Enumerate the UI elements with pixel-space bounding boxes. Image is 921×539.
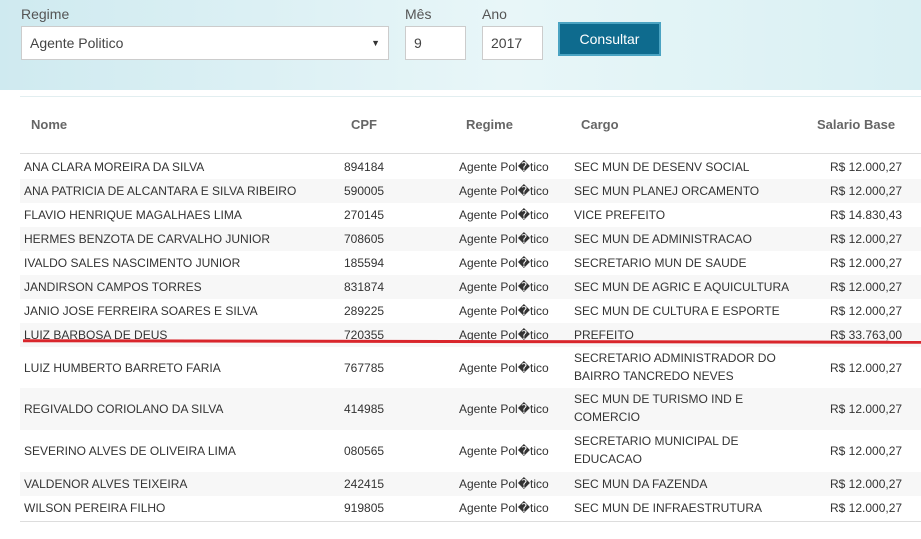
regime-select-value: Agente Politico bbox=[30, 35, 124, 51]
regime-label: Regime bbox=[21, 6, 70, 22]
header-regime: Regime bbox=[466, 117, 513, 132]
cell-salario: R$ 12.000,27 bbox=[830, 402, 903, 416]
cell-regime: Agente Pol�tico bbox=[459, 280, 549, 294]
cell-regime: Agente Pol�tico bbox=[459, 256, 549, 270]
cell-cpf: 270145 bbox=[344, 208, 385, 222]
cell-cargo: SECRETARIO MUN DE SAUDE bbox=[574, 256, 747, 270]
table-bottom-divider bbox=[20, 521, 921, 522]
cell-nome: REGIVALDO CORIOLANO DA SILVA bbox=[24, 402, 224, 416]
cell-cargo: SEC MUN DE ADMINISTRACAO bbox=[574, 232, 753, 246]
cell-salario: R$ 12.000,27 bbox=[830, 501, 903, 515]
cell-cargo: SEC MUN DE AGRIC E AQUICULTURA bbox=[574, 280, 790, 294]
table-row: ANA PATRICIA DE ALCANTARA E SILVA RIBEIR… bbox=[20, 179, 921, 203]
cell-regime: Agente Pol�tico bbox=[459, 160, 549, 174]
cell-salario: R$ 12.000,27 bbox=[830, 232, 903, 246]
cell-regime: Agente Pol�tico bbox=[459, 444, 549, 458]
cell-cargo: SEC MUN DE CULTURA E ESPORTE bbox=[574, 304, 780, 318]
ano-label: Ano bbox=[482, 6, 507, 22]
cell-regime: Agente Pol�tico bbox=[459, 361, 549, 375]
filter-bar: Regime Agente Politico ▼ Mês 9 Ano 2017 … bbox=[0, 0, 921, 90]
cell-cpf: 831874 bbox=[344, 280, 385, 294]
cell-regime: Agente Pol�tico bbox=[459, 184, 549, 198]
results-table: Nome CPF Regime Cargo Salario Base ANA C… bbox=[20, 97, 921, 522]
cell-regime: Agente Pol�tico bbox=[459, 477, 549, 491]
cell-cpf: 708605 bbox=[344, 232, 385, 246]
cell-cpf: 414985 bbox=[344, 402, 385, 416]
header-cargo: Cargo bbox=[581, 117, 619, 132]
header-nome: Nome bbox=[31, 117, 68, 132]
cell-cpf: 919805 bbox=[344, 501, 385, 515]
cell-regime: Agente Pol�tico bbox=[459, 402, 549, 416]
table-row: VALDENOR ALVES TEIXEIRA 242415 Agente Pol�… bbox=[20, 472, 921, 496]
cell-nome: HERMES BENZOTA DE CARVALHO JUNIOR bbox=[24, 232, 271, 246]
cell-salario: R$ 12.000,27 bbox=[830, 361, 903, 375]
cell-cpf: 767785 bbox=[344, 361, 385, 375]
cell-nome: JANIO JOSE FERREIRA SOARES E SILVA bbox=[24, 304, 258, 318]
cell-salario: R$ 12.000,27 bbox=[830, 160, 903, 174]
table-row: IVALDO SALES NASCIMENTO JUNIOR 185594 Agen… bbox=[20, 251, 921, 275]
cell-salario: R$ 12.000,27 bbox=[830, 444, 903, 458]
cell-salario: R$ 12.000,27 bbox=[830, 477, 903, 491]
cell-cargo-line2: COMERCIO bbox=[574, 410, 640, 424]
cell-cpf: 894184 bbox=[344, 160, 385, 174]
chevron-down-icon: ▼ bbox=[371, 38, 380, 48]
cell-cargo-line2: EDUCACAO bbox=[574, 452, 643, 466]
cell-cpf: 242415 bbox=[344, 477, 385, 491]
cell-nome: ANA CLARA MOREIRA DA SILVA bbox=[24, 160, 205, 174]
cell-regime: Agente Pol�tico bbox=[459, 501, 549, 515]
cell-salario: R$ 12.000,27 bbox=[830, 304, 903, 318]
table-row: REGIVALDO CORIOLANO DA SILVA 414985 Agente… bbox=[20, 388, 921, 430]
cell-regime: Agente Pol�tico bbox=[459, 208, 549, 222]
table-row: JANIO JOSE FERREIRA SOARES E SILVA 289225… bbox=[20, 299, 921, 323]
cell-salario: R$ 12.000,27 bbox=[830, 184, 903, 198]
cell-cpf: 590005 bbox=[344, 184, 385, 198]
table-row: JANDIRSON CAMPOS TORRES 831874 Agente Pol�… bbox=[20, 275, 921, 299]
cell-cargo: SEC MUN DE INFRAESTRUTURA bbox=[574, 501, 763, 515]
header-divider bbox=[20, 153, 921, 154]
cell-salario: R$ 14.830,43 bbox=[830, 208, 903, 222]
cell-cargo: SECRETARIO ADMINISTRADOR DO bbox=[574, 351, 776, 365]
cell-nome: VALDENOR ALVES TEIXEIRA bbox=[24, 477, 188, 491]
mes-label: Mês bbox=[405, 6, 432, 22]
cell-salario: R$ 12.000,27 bbox=[830, 256, 903, 270]
cell-nome: SEVERINO ALVES DE OLIVEIRA LIMA bbox=[24, 444, 236, 458]
cell-nome: JANDIRSON CAMPOS TORRES bbox=[24, 280, 202, 294]
cell-regime: Agente Pol�tico bbox=[459, 304, 549, 318]
cell-salario: R$ 12.000,27 bbox=[830, 280, 903, 294]
cell-cargo: SECRETARIO MUNICIPAL DE bbox=[574, 434, 739, 448]
table-row: ANA CLARA MOREIRA DA SILVA 894184 Agente P… bbox=[20, 155, 921, 179]
cell-cargo: SEC MUN DE TURISMO IND E bbox=[574, 392, 744, 406]
cell-regime: Agente Pol�tico bbox=[459, 232, 549, 246]
header-cpf: CPF bbox=[351, 117, 377, 132]
cell-cargo: VICE PREFEITO bbox=[574, 208, 666, 222]
cell-nome: LUIZ HUMBERTO BARRETO FARIA bbox=[24, 361, 221, 375]
ano-input[interactable]: 2017 bbox=[482, 26, 543, 60]
cell-nome: ANA PATRICIA DE ALCANTARA E SILVA RIBEIR… bbox=[24, 184, 297, 198]
cell-cargo-line2: BAIRRO TANCREDO NEVES bbox=[574, 369, 734, 383]
cell-nome: IVALDO SALES NASCIMENTO JUNIOR bbox=[24, 256, 241, 270]
table-row: FLAVIO HENRIQUE MAGALHAES LIMA 270145 Agen… bbox=[20, 203, 921, 227]
consultar-button[interactable]: Consultar bbox=[558, 22, 661, 56]
regime-select[interactable]: Agente Politico ▼ bbox=[21, 26, 389, 60]
mes-input[interactable]: 9 bbox=[405, 26, 466, 60]
table-row: WILSON PEREIRA FILHO 919805 Agente Pol�tic… bbox=[20, 496, 921, 520]
cell-cargo: SEC MUN PLANEJ ORCAMENTO bbox=[574, 184, 760, 198]
cell-cpf: 289225 bbox=[344, 304, 385, 318]
header-salario: Salario Base bbox=[817, 117, 896, 132]
cell-cargo: SEC MUN DA FAZENDA bbox=[574, 477, 708, 491]
cell-nome: WILSON PEREIRA FILHO bbox=[24, 501, 166, 515]
cell-cpf: 080565 bbox=[344, 444, 385, 458]
cell-nome: FLAVIO HENRIQUE MAGALHAES LIMA bbox=[24, 208, 242, 222]
cell-cargo: SEC MUN DE DESENV SOCIAL bbox=[574, 160, 750, 174]
table-row: LUIZ HUMBERTO BARRETO FARIA 767785 Agente … bbox=[20, 347, 921, 388]
table-row: HERMES BENZOTA DE CARVALHO JUNIOR 708605 A… bbox=[20, 227, 921, 251]
cell-cpf: 185594 bbox=[344, 256, 385, 270]
table-row: SEVERINO ALVES DE OLIVEIRA LIMA 080565 Age… bbox=[20, 430, 921, 472]
